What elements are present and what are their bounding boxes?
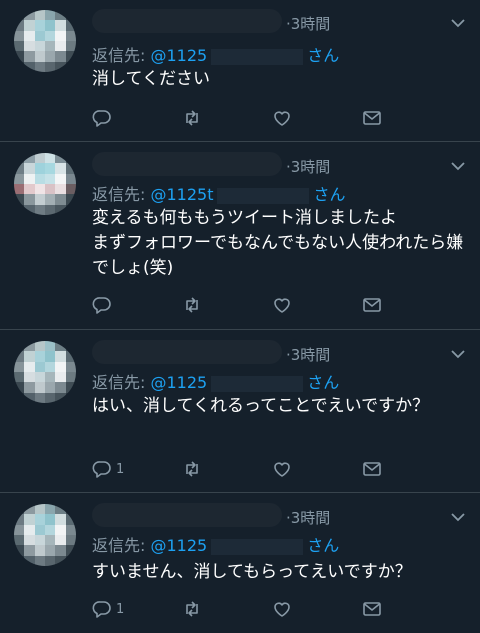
like-button[interactable] [272,458,362,480]
redacted-handle [217,187,310,204]
tweet[interactable]: ·3時間 返信先: @1125 さん はい、消してくれるってことでえいですか？ 1 [0,331,480,493]
reply-icon [92,461,111,478]
tweet[interactable]: ·3時間 返信先: @1125t さん 変えるも何ももうツイート消しましたよ まず… [0,143,480,330]
reply-to-handle[interactable]: @1125t [150,185,213,204]
envelope-icon [363,462,381,476]
like-button[interactable] [272,107,362,129]
tweet-timestamp[interactable]: ·3時間 [286,13,330,34]
retweet-button[interactable] [182,458,272,480]
reply-icon [92,297,111,314]
tweet-text: 消してください [92,69,210,89]
direct-message-button[interactable] [362,294,452,316]
reply-button[interactable] [92,107,182,129]
reply-to-label: 返信先: [92,185,151,204]
heart-icon [274,462,290,477]
direct-message-button[interactable] [362,598,452,620]
tweet-text: 変えるも何ももうツイート消しましたよ まずフォロワーでもなんでもない人使われたら… [92,208,464,278]
envelope-icon [363,111,381,125]
retweet-icon [186,110,198,126]
retweet-button[interactable] [182,294,272,316]
retweet-icon [186,297,198,313]
heart-icon [274,602,290,617]
redacted-display-name [92,152,282,176]
reply-to-suffix: さん [307,373,340,392]
tweet-actions: 1 [92,598,452,620]
heart-icon [274,298,290,313]
reply-icon [92,110,111,127]
reply-to-handle[interactable]: @1125 [150,536,207,555]
redacted-display-name [92,9,282,33]
tweet[interactable]: ·3時間 返信先: @1125 さん すいません、消してもらってえいですか？ 1 [0,494,480,633]
direct-message-button[interactable] [362,107,452,129]
reply-to-line: 返信先: @1125 さん [92,369,339,393]
tweet[interactable]: ·3時間 返信先: @1125 さん 消してください [0,0,480,142]
reply-button[interactable] [92,294,182,316]
redacted-handle [211,48,304,65]
reply-button[interactable]: 1 [92,458,182,480]
avatar[interactable] [14,153,76,215]
reply-to-line: 返信先: @1125 さん [92,532,339,556]
avatar[interactable] [14,10,76,72]
reply-to-label: 返信先: [92,46,151,65]
redacted-handle [211,375,304,392]
avatar[interactable] [14,341,76,403]
reply-to-line: 返信先: @1125 さん [92,42,339,66]
reply-icon [92,601,111,618]
direct-message-button[interactable] [362,458,452,480]
tweet-timestamp[interactable]: ·3時間 [286,507,330,528]
reply-to-suffix: さん [307,536,340,555]
reply-to-suffix: さん [313,185,346,204]
envelope-icon [363,602,381,616]
tweet-timestamp[interactable]: ·3時間 [286,156,330,177]
chevron-down-icon[interactable] [448,507,468,527]
avatar[interactable] [14,504,76,566]
tweet-actions [92,107,452,129]
redacted-display-name [92,503,282,527]
reply-to-line: 返信先: @1125t さん [92,181,346,205]
reply-to-label: 返信先: [92,373,151,392]
retweet-icon [186,601,198,617]
tweet-actions [92,294,452,316]
retweet-icon [186,461,198,477]
redacted-display-name [92,340,282,364]
redacted-handle [211,538,304,555]
like-button[interactable] [272,294,362,316]
reply-count: 1 [116,601,125,617]
reply-to-handle[interactable]: @1125 [150,373,207,392]
retweet-button[interactable] [182,107,272,129]
reply-to-label: 返信先: [92,536,151,555]
tweet-text: すいません、消してもらってえいですか？ [92,562,412,582]
heart-icon [274,111,290,126]
tweet-timestamp[interactable]: ·3時間 [286,344,330,365]
reply-count: 1 [116,461,125,477]
tweet-actions: 1 [92,458,452,480]
tweet-text: はい、消してくれるってことでえいですか？ [92,396,430,416]
chevron-down-icon[interactable] [448,13,468,33]
chevron-down-icon[interactable] [448,344,468,364]
envelope-icon [363,298,381,312]
reply-to-handle[interactable]: @1125 [150,46,207,65]
reply-button[interactable]: 1 [92,598,182,620]
retweet-button[interactable] [182,598,272,620]
chevron-down-icon[interactable] [448,156,468,176]
reply-to-suffix: さん [307,46,340,65]
like-button[interactable] [272,598,362,620]
